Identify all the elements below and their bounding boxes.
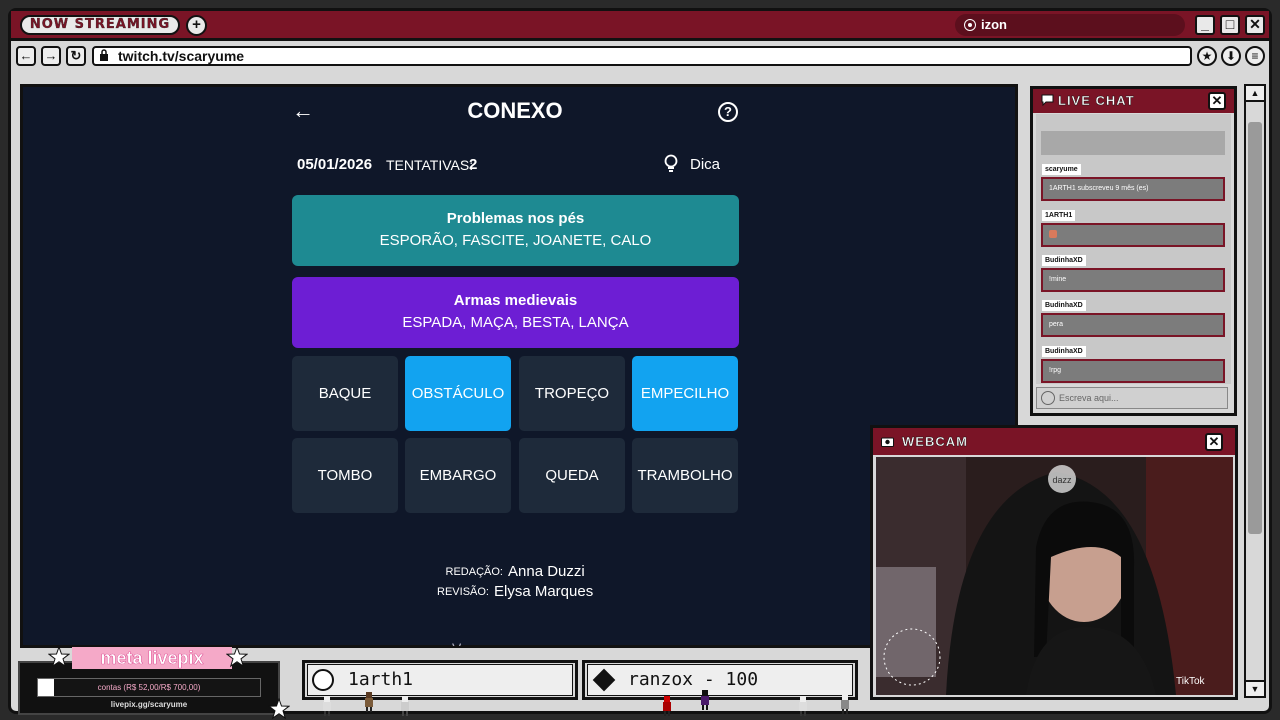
meta-url: livepix.gg/scaryume	[110, 700, 188, 709]
camera-icon	[881, 437, 894, 447]
record-icon	[964, 19, 976, 31]
word-tile[interactable]: EMPECILHO	[632, 356, 738, 431]
help-icon[interactable]: ?	[718, 102, 738, 122]
lightbulb-icon[interactable]	[662, 154, 680, 174]
message-username: 1ARTH1	[1042, 210, 1076, 221]
tab-label: izon	[981, 17, 1007, 32]
pixel-character-icon	[663, 696, 671, 716]
alert-left-text: 1arth1	[307, 664, 573, 696]
message-username: scaryume	[1042, 164, 1081, 175]
group-title: Problemas nos pés	[446, 210, 585, 227]
webcam-feed-image: dazz TikTok	[876, 457, 1233, 695]
pixel-character-icon	[799, 696, 807, 716]
solved-group: Armas medievais ESPADA, MAÇA, BESTA, LAN…	[292, 277, 739, 348]
url-bar[interactable]: twitch.tv/scaryume	[92, 46, 1192, 66]
back-button[interactable]: ←	[16, 46, 36, 66]
review-value: Elysa Marques	[494, 583, 594, 600]
page-title: CONEXO	[467, 98, 563, 123]
minimize-button[interactable]: _	[1195, 15, 1215, 35]
maximize-button[interactable]: □	[1220, 15, 1240, 35]
tries-value: 2	[469, 156, 478, 173]
word-tile[interactable]: TRAMBOLHO	[632, 438, 738, 513]
faded-message	[1041, 131, 1225, 155]
now-streaming-badge: NOW STREAMING	[20, 15, 180, 35]
message-text: !rpg	[1041, 359, 1225, 383]
message-text: pera	[1041, 313, 1225, 337]
pixel-character-icon	[401, 696, 409, 716]
writing-value: Anna Duzzi	[508, 563, 585, 580]
avatar-icon	[312, 669, 334, 691]
menu-icon[interactable]: ≡	[1245, 46, 1265, 66]
message-username: BudinhaXD	[1042, 346, 1086, 357]
chat-bubble-icon	[1041, 94, 1054, 106]
meta-progress-fill	[38, 679, 55, 696]
writing-label: REDAÇÃO:	[445, 566, 503, 578]
webcam-title: WEBCAM	[902, 434, 968, 449]
word-tile[interactable]: QUEDA	[519, 438, 625, 513]
forward-button[interactable]: →	[41, 46, 61, 66]
star-icon[interactable]: ★	[1197, 46, 1217, 66]
meta-progress-bar: contas (R$ 52,00/R$ 700,00)	[37, 678, 261, 697]
message-username: BudinhaXD	[1042, 255, 1086, 266]
cut-off-text: V	[452, 640, 461, 646]
webcam-video: dazz TikTok	[876, 457, 1233, 695]
tiktok-label: TikTok	[1176, 676, 1206, 687]
message-text	[1041, 223, 1225, 247]
meta-title: meta livepix	[72, 647, 232, 669]
pixel-character-icon	[841, 694, 849, 714]
message-text: !mine	[1041, 268, 1225, 292]
word-tile[interactable]: TOMBO	[292, 438, 398, 513]
star-icon	[48, 646, 70, 668]
alert-right-text: ranzox - 100	[587, 664, 853, 696]
star-icon	[226, 646, 248, 668]
pixel-character-icon	[365, 692, 373, 712]
watermark: dazz	[1052, 475, 1072, 485]
reload-button[interactable]: ↻	[66, 46, 86, 66]
chat-close-button[interactable]: ✕	[1208, 92, 1226, 110]
pixel-character-icon	[323, 696, 331, 716]
review-label: REVISÃO:	[437, 586, 489, 598]
tries-label: TENTATIVAS:	[386, 157, 474, 173]
pixel-character-icon	[701, 690, 709, 710]
message-text: 1ARTH1 subscreveu 9 mês (es)	[1041, 177, 1225, 201]
emoji-icon[interactable]	[1041, 391, 1055, 405]
word-tile[interactable]: EMBARGO	[405, 438, 511, 513]
tab[interactable]: izon	[955, 14, 1185, 36]
word-tile[interactable]: OBSTÁCULO	[405, 356, 511, 431]
date: 05/01/2026	[297, 156, 373, 173]
webcam-close-button[interactable]: ✕	[1205, 433, 1223, 451]
message-username: BudinhaXD	[1042, 300, 1086, 311]
group-title: Armas medievais	[453, 292, 578, 309]
emote-icon	[1049, 230, 1057, 239]
scroll-up-icon[interactable]: ▲	[1246, 86, 1264, 102]
group-words: ESPORÃO, FASCITE, JOANETE, CALO	[379, 232, 652, 249]
scroll-down-icon[interactable]: ▼	[1246, 680, 1264, 696]
download-icon[interactable]: ⬇	[1221, 46, 1241, 66]
hint-button[interactable]: Dica	[690, 156, 720, 173]
group-words: ESPADA, MAÇA, BESTA, LANÇA	[402, 314, 629, 331]
word-tile[interactable]: TROPEÇO	[519, 356, 625, 431]
close-button[interactable]: ✕	[1245, 15, 1265, 35]
word-tile[interactable]: BAQUE	[292, 356, 398, 431]
chat-title: LIVE CHAT	[1058, 93, 1135, 108]
new-tab-button[interactable]: +	[186, 15, 207, 36]
lock-icon	[100, 49, 108, 61]
scroll-thumb[interactable]	[1248, 122, 1262, 534]
solved-group: Problemas nos pés ESPORÃO, FASCITE, JOAN…	[292, 195, 739, 266]
chat-input[interactable]: Escreva aqui...	[1036, 387, 1228, 409]
meta-progress-text: contas (R$ 52,00/R$ 700,00)	[97, 683, 201, 692]
back-arrow-icon[interactable]: ←	[292, 100, 316, 124]
